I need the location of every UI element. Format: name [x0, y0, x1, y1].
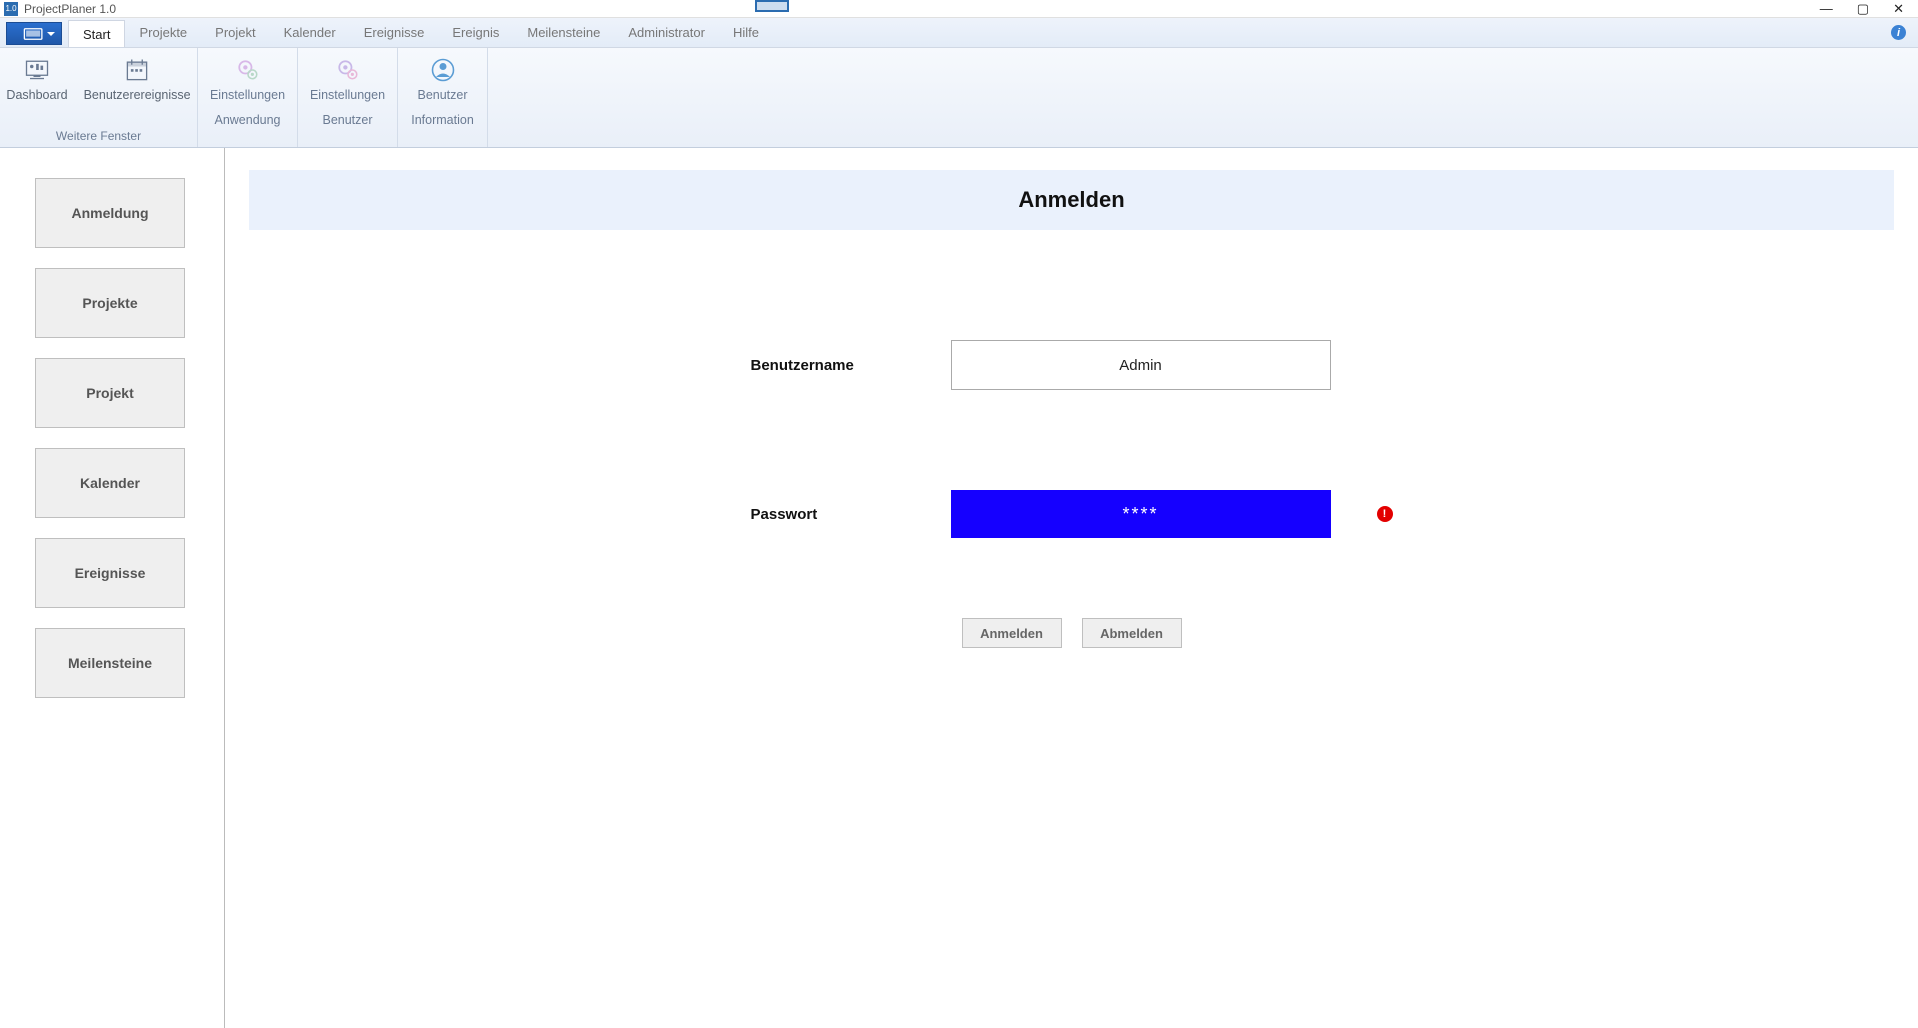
password-label: Passwort [751, 506, 911, 523]
dashboard-icon [23, 56, 51, 84]
ribbon-item-label: Einstellungen [310, 88, 385, 103]
tab-label: Projekte [139, 25, 187, 40]
ribbon-item-sublabel: Information [411, 113, 474, 128]
tab-label: Ereignisse [364, 25, 425, 40]
username-input[interactable] [951, 340, 1331, 390]
tab-label: Administrator [628, 25, 705, 40]
form-row-username: Benutzername [751, 340, 1393, 390]
sidebar-item-label: Meilensteine [68, 655, 152, 671]
tab-label: Hilfe [733, 25, 759, 40]
ribbon-item-label: Benutzerereignisse [84, 88, 191, 103]
tab-ereignisse[interactable]: Ereignisse [350, 18, 439, 47]
ribbon-item-einstellungen-benutzer[interactable]: Einstellungen Benutzer [302, 56, 393, 128]
tab-label: Projekt [215, 25, 255, 40]
close-button[interactable]: ✕ [1893, 1, 1904, 17]
page-title: Anmelden [1018, 187, 1124, 213]
tab-label: Start [83, 27, 110, 42]
maximize-button[interactable]: ▢ [1857, 1, 1869, 17]
tab-projekt[interactable]: Projekt [201, 18, 269, 47]
info-icon[interactable]: i [1891, 18, 1918, 47]
form-row-password: Passwort ! [751, 490, 1393, 538]
ribbon-group-benutzer-information: Benutzer Information [398, 48, 488, 147]
tab-label: Ereignis [452, 25, 499, 40]
sidebar-item-label: Ereignisse [75, 565, 146, 581]
file-menu-button[interactable] [6, 22, 62, 45]
logout-button[interactable]: Abmelden [1082, 618, 1182, 648]
ribbon-group-einstellungen-benutzer: Einstellungen Benutzer [298, 48, 398, 147]
ribbon-item-benutzerereignisse[interactable]: Benutzerereignisse [76, 56, 199, 103]
content-area: Anmelden Benutzername Passwort ! Anmelde… [225, 148, 1918, 1028]
sidebar-item-projekt[interactable]: Projekt [35, 358, 185, 428]
sidebar-item-ereignisse[interactable]: Ereignisse [35, 538, 185, 608]
tab-meilensteine[interactable]: Meilensteine [513, 18, 614, 47]
tab-projekte[interactable]: Projekte [125, 18, 201, 47]
password-input[interactable] [951, 490, 1331, 538]
ribbon-item-label: Einstellungen [210, 88, 285, 103]
minimize-button[interactable]: — [1820, 1, 1833, 17]
ribbon-item-sublabel: Anwendung [214, 113, 280, 128]
tab-hilfe[interactable]: Hilfe [719, 18, 773, 47]
tab-start[interactable]: Start [68, 20, 125, 47]
menubar: Start Projekte Projekt Kalender Ereignis… [0, 18, 1918, 48]
sidebar: Anmeldung Projekte Projekt Kalender Erei… [0, 148, 225, 1028]
gear-icon [334, 56, 362, 84]
ribbon-group-label: Weitere Fenster [0, 129, 197, 143]
tab-label: Kalender [284, 25, 336, 40]
ribbon-item-label: Benutzer [417, 88, 467, 103]
ribbon: Dashboard Benutzerereignisse Weitere Fen… [0, 48, 1918, 148]
quick-access-widget[interactable] [755, 0, 789, 12]
user-icon [429, 56, 457, 84]
ribbon-item-dashboard[interactable]: Dashboard [0, 56, 76, 103]
ribbon-item-sublabel: Benutzer [322, 113, 372, 128]
tab-label: Meilensteine [527, 25, 600, 40]
sidebar-item-anmeldung[interactable]: Anmeldung [35, 178, 185, 248]
login-button[interactable]: Anmelden [962, 618, 1062, 648]
username-label: Benutzername [751, 357, 911, 374]
tab-ereignis[interactable]: Ereignis [438, 18, 513, 47]
tab-kalender[interactable]: Kalender [270, 18, 350, 47]
window-title: ProjectPlaner 1.0 [24, 2, 116, 16]
titlebar: 1.0 ProjectPlaner 1.0 — ▢ ✕ [0, 0, 1918, 18]
ribbon-item-benutzer-information[interactable]: Benutzer Information [403, 56, 482, 128]
ribbon-item-einstellungen-anwendung[interactable]: Einstellungen Anwendung [202, 56, 293, 128]
sidebar-item-label: Projekt [86, 385, 133, 401]
page-header: Anmelden [249, 170, 1894, 230]
sidebar-item-projekte[interactable]: Projekte [35, 268, 185, 338]
ribbon-group-weitere-fenster: Dashboard Benutzerereignisse Weitere Fen… [0, 48, 198, 147]
sidebar-item-meilensteine[interactable]: Meilensteine [35, 628, 185, 698]
ribbon-group-einstellungen-anwendung: Einstellungen Anwendung [198, 48, 298, 147]
calendar-icon [123, 56, 151, 84]
sidebar-item-label: Kalender [80, 475, 140, 491]
gear-icon [234, 56, 262, 84]
sidebar-item-kalender[interactable]: Kalender [35, 448, 185, 518]
app-icon: 1.0 [4, 2, 18, 16]
tab-administrator[interactable]: Administrator [614, 18, 719, 47]
ribbon-item-label: Dashboard [6, 88, 67, 103]
button-row: Anmelden Abmelden [249, 618, 1894, 648]
sidebar-item-label: Anmeldung [72, 205, 149, 221]
error-icon[interactable]: ! [1377, 506, 1393, 522]
sidebar-item-label: Projekte [82, 295, 137, 311]
